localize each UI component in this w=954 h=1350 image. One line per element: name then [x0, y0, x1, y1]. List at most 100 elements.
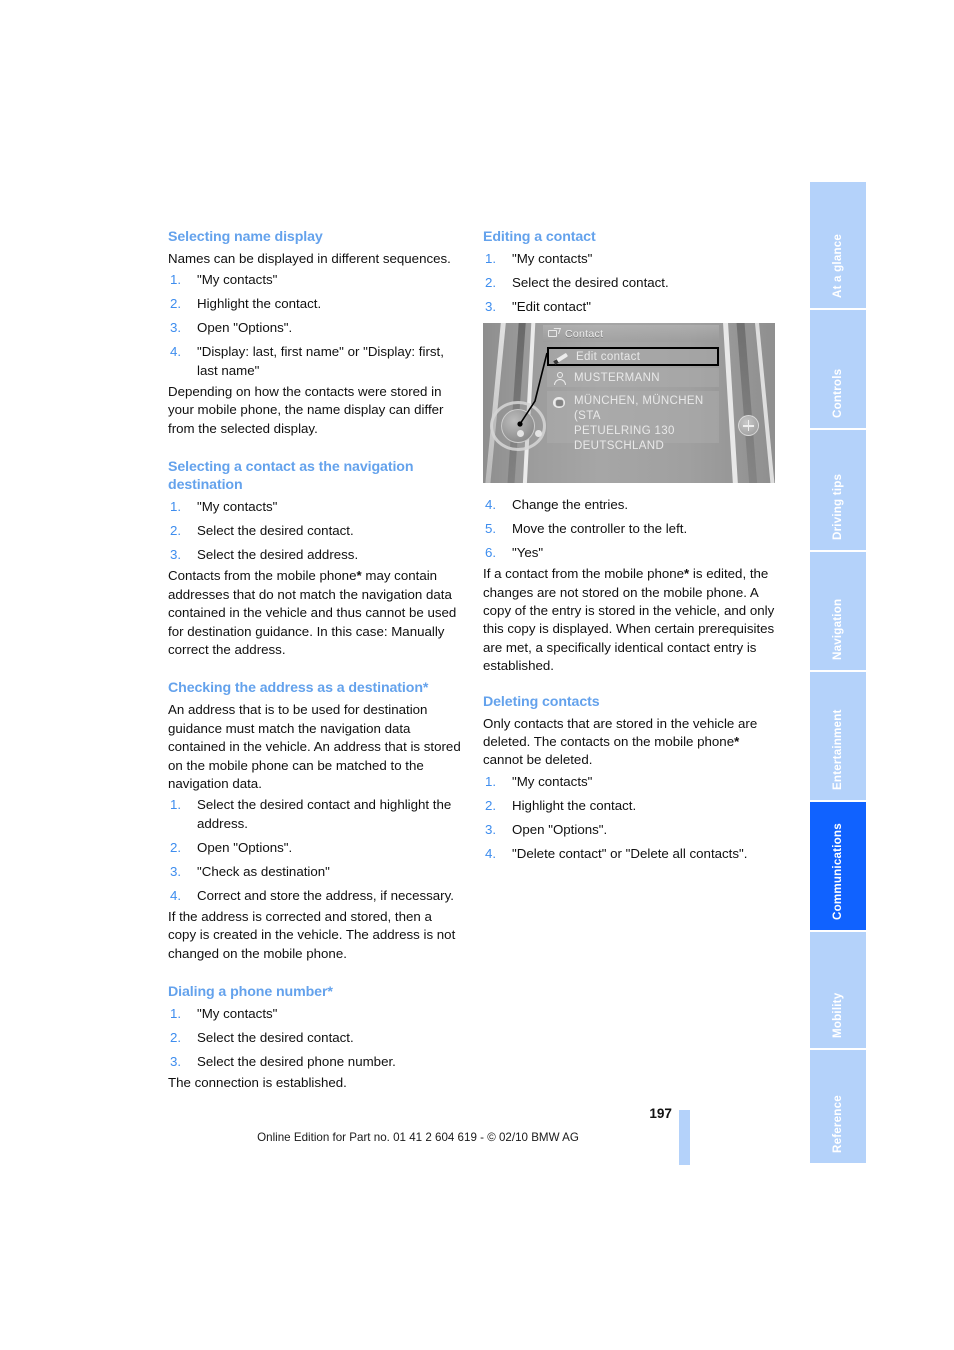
outro-pre: Contacts from the mobile phone — [168, 568, 357, 584]
tab-communications[interactable]: Communications — [810, 802, 866, 932]
section-dialing-phone-number: Dialing a phone number* 1. "My contacts" … — [168, 983, 461, 1093]
menu-item-label: MUSTERMANN — [574, 371, 660, 384]
address-line: MÜNCHEN, MÜNCHEN (STA — [574, 395, 704, 422]
step-number: 1. — [485, 773, 497, 789]
contact-card-icon — [547, 328, 560, 339]
step-text: Select the desired contact. — [512, 274, 669, 290]
idrive-screenshot-figure: Contact Edit contact MUSTERMANN MÜNCHEN,… — [483, 323, 775, 483]
step-number: 3. — [170, 1054, 182, 1069]
step-text: Open "Options". — [197, 320, 293, 336]
idrive-controller-knob — [490, 401, 546, 451]
list-item: 3. Select the desired address. — [168, 546, 461, 564]
step-number: 2. — [485, 274, 497, 290]
step-number: 4. — [485, 497, 497, 512]
step-text: Move the controller to the left. — [512, 520, 688, 536]
list-item: 3. Select the desired phone number. — [168, 1053, 461, 1071]
step-number: 1. — [485, 251, 497, 266]
step-list: 1. "My contacts" 2. Select the desired con… — [483, 250, 776, 316]
step-number: 3. — [170, 546, 182, 562]
step-list: 1. Select the desired contact and highlig… — [168, 796, 461, 905]
list-item: 4. Correct and store the address, if nece… — [168, 887, 461, 905]
step-number: 3. — [485, 298, 497, 314]
step-text: "Check as destination" — [197, 863, 330, 879]
tab-entertainment[interactable]: Entertainment — [810, 672, 866, 802]
plus-button-icon — [738, 415, 759, 436]
outro-post: is edited, the changes are not stored on… — [483, 566, 775, 674]
list-item: 3. Open "Options". — [168, 319, 461, 337]
right-column-bottom: 4. Change the entries. 5. Move the control… — [483, 493, 776, 866]
step-text: "Edit contact" — [512, 298, 591, 314]
intro-post: cannot be deleted. — [483, 752, 593, 768]
list-item: 1. Select the desired contact and highlig… — [168, 796, 461, 833]
step-list: 1. "My contacts" 2. Select the desired con… — [168, 498, 461, 564]
list-item: 3. Open "Options". — [483, 821, 776, 839]
section-outro: If the address is corrected and stored, … — [168, 908, 456, 961]
step-text: "My contacts" — [512, 773, 593, 789]
tab-label: At a glance — [830, 233, 844, 298]
right-column-top: Editing a contact 1. "My contacts" 2. Sele… — [483, 228, 776, 319]
section-outro: The connection is established. — [168, 1075, 347, 1091]
outro-pre: If a contact from the mobile phone — [483, 566, 685, 582]
section-intro: Only contacts that are stored in the veh… — [483, 715, 776, 770]
tab-driving-tips[interactable]: Driving tips — [810, 430, 866, 552]
step-number: 4. — [170, 344, 182, 360]
knob-dot — [535, 430, 542, 437]
section-outro: If a contact from the mobile phone* is e… — [483, 565, 776, 675]
step-text: "My contacts" — [197, 1006, 278, 1022]
list-item: 4. "Display: last, first name" or "Displa… — [168, 343, 461, 380]
menu-item-edit-contact[interactable]: Edit contact — [547, 347, 719, 366]
knob-dot — [517, 430, 524, 437]
list-item: 1. "My contacts" — [168, 1005, 461, 1023]
address-line: DEUTSCHLAND — [574, 440, 665, 452]
panel-header: Contact — [543, 325, 719, 342]
step-number: 1. — [170, 499, 182, 515]
menu-item-contact-address[interactable]: MÜNCHEN, MÜNCHEN (STA PETUELRING 130 DEU… — [547, 391, 719, 452]
step-text: Open "Options". — [512, 821, 608, 837]
section-selecting-contact-navigation-destination: Selecting a contact as the navigation de… — [168, 458, 461, 659]
step-list: 1. "My contacts" 2. Highlight the contact.… — [483, 773, 776, 863]
step-number: 4. — [170, 887, 182, 903]
step-number: 2. — [170, 296, 182, 312]
tab-reference[interactable]: Reference — [810, 1050, 866, 1163]
step-number: 3. — [485, 821, 497, 837]
step-number: 3. — [170, 863, 182, 879]
list-item: 2. Select the desired contact. — [483, 274, 776, 292]
list-item: 2. Highlight the contact. — [168, 295, 461, 313]
step-text: Open "Options". — [197, 839, 293, 855]
address-block: MÜNCHEN, MÜNCHEN (STA PETUELRING 130 DEU… — [574, 394, 719, 454]
tab-controls[interactable]: Controls — [810, 310, 866, 430]
knob-inner — [501, 409, 542, 443]
section-title: Editing a contact — [483, 229, 596, 245]
tab-label: Communications — [830, 823, 844, 920]
step-text: Highlight the contact. — [512, 797, 637, 813]
section-selecting-name-display: Selecting name display Names can be disp… — [168, 228, 461, 438]
step-number: 1. — [170, 272, 182, 288]
step-text: Change the entries. — [512, 497, 629, 512]
step-number: 2. — [170, 1030, 182, 1046]
list-item: 1. "My contacts" — [483, 773, 776, 791]
left-column: Selecting name display Names can be disp… — [168, 228, 461, 1095]
tab-mobility[interactable]: Mobility — [810, 932, 866, 1050]
section-title: Selecting a contact as the navigation de… — [168, 459, 414, 494]
chapter-tab-sidebar: At a glance Controls Driving tips Naviga… — [810, 182, 866, 1163]
step-text: "Yes" — [512, 544, 544, 560]
footnote-asterisk: * — [734, 734, 740, 750]
step-text: Highlight the contact. — [197, 296, 322, 312]
panel-header-label: Contact — [565, 327, 604, 340]
idrive-menu-panel: Contact Edit contact MUSTERMANN MÜNCHEN,… — [543, 323, 719, 483]
tab-at-a-glance[interactable]: At a glance — [810, 182, 866, 310]
tab-navigation[interactable]: Navigation — [810, 552, 866, 672]
section-title: Dialing a phone number* — [168, 984, 333, 1001]
list-item: 2. Select the desired contact. — [168, 522, 461, 540]
menu-item-contact-name[interactable]: MUSTERMANN — [547, 368, 719, 387]
list-item: 4. "Delete contact" or "Delete all contac… — [483, 845, 776, 863]
menu-item-label: Edit contact — [576, 350, 641, 363]
intro-pre: Only contacts that are stored in the veh… — [483, 715, 758, 750]
step-number: 2. — [485, 797, 497, 813]
step-list: 1. "My contacts" 2. Select the desired con… — [168, 1005, 461, 1071]
step-text: "Delete contact" or "Delete all contacts… — [512, 845, 748, 861]
manual-page: Selecting name display Names can be disp… — [0, 0, 954, 1350]
list-item: 4. Change the entries. — [483, 496, 776, 514]
list-item: 2. Select the desired contact. — [168, 1029, 461, 1047]
step-number: 2. — [170, 839, 182, 855]
